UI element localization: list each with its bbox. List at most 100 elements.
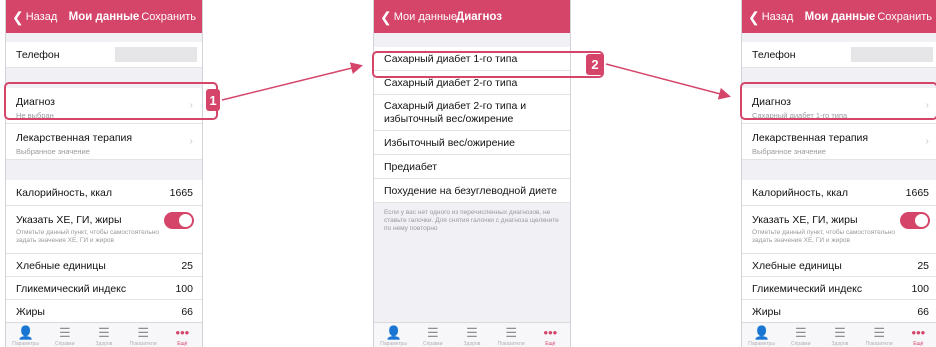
tab-indicators[interactable]: ☰ Показатели	[495, 326, 527, 347]
glycemic-label: Гликемический индекс	[16, 283, 127, 295]
chevron-right-icon: ›	[189, 100, 193, 111]
save-button[interactable]: Сохранить	[877, 0, 932, 33]
diagnosis-value: Сахарный диабет 1-го типа	[752, 111, 848, 120]
diagnosis-option[interactable]: Избыточный вес/ожирение	[374, 131, 570, 155]
back-button[interactable]: ❮ Назад	[748, 0, 793, 33]
glycemic-row[interactable]: Гликемический индекс 100	[6, 277, 202, 300]
calories-label: Калорийность, ккал	[16, 187, 112, 199]
tab-indicators[interactable]: ☰ Показатели	[127, 326, 159, 347]
therapy-row[interactable]: Лекарственная терапия Выбранное значение…	[742, 124, 936, 160]
chevron-right-icon: ›	[925, 136, 929, 147]
diagnosis-option[interactable]: Сахарный диабет 1-го типа	[374, 47, 570, 71]
tab-references[interactable]: ☰ Справки	[49, 326, 81, 347]
tab-bar: 👤 Параметры ☰ Справки ☰ Здоров ☰ Показатели …	[742, 322, 936, 347]
tab-references[interactable]: ☰ Справки	[785, 326, 817, 347]
bread-units-row[interactable]: Хлебные единицы 25	[742, 254, 936, 277]
tab-parameters[interactable]: 👤 Параметры	[10, 326, 42, 347]
diagnosis-option[interactable]: Похудение на безуглеводной диете	[374, 179, 570, 203]
bread-units-label: Хлебные единицы	[752, 260, 842, 272]
glycemic-value: 100	[911, 283, 929, 295]
list-icon: ☰	[794, 325, 807, 340]
xe-toggle-help: Отметьте данный пункт, чтобы самостоятел…	[752, 229, 895, 244]
diagnosis-label: Диагноз	[752, 96, 791, 108]
back-button[interactable]: ❮ Назад	[12, 0, 57, 33]
tab-references[interactable]: ☰ Справки	[417, 326, 449, 347]
tab-bar: 👤 Параметры ☰ Справки ☰ Здоров ☰ Показатели …	[6, 322, 202, 347]
therapy-label: Лекарственная терапия	[752, 132, 869, 144]
xe-toggle-help: Отметьте данный пункт, чтобы самостоятел…	[16, 229, 159, 244]
chevron-right-icon: ›	[189, 136, 193, 147]
xe-toggle-row: Указать ХЕ, ГИ, жиры Отметьте данный пун…	[6, 206, 202, 254]
list-icon: ☰	[834, 325, 846, 340]
person-icon: 👤	[385, 325, 402, 340]
back-label: Назад	[25, 10, 58, 23]
diagnosis-value: Не выбран	[16, 111, 54, 120]
xe-toggle-switch[interactable]	[164, 212, 194, 229]
nav-bar: ❮ Назад Мои данные Сохранить	[742, 0, 936, 33]
therapy-value: Выбранное значение	[16, 147, 90, 156]
more-dots-icon: •••	[911, 325, 926, 340]
xe-toggle-row: Указать ХЕ, ГИ, жиры Отметьте данный пун…	[742, 206, 936, 254]
phone-input[interactable]	[115, 47, 197, 62]
diagnosis-option[interactable]: Предиабет	[374, 155, 570, 179]
chevron-left-icon: ❮	[12, 8, 24, 25]
bread-units-row[interactable]: Хлебные единицы 25	[6, 254, 202, 277]
chevron-left-icon: ❮	[748, 8, 760, 25]
tab-health[interactable]: ☰ Здоров	[824, 326, 856, 347]
fats-value: 66	[181, 306, 193, 318]
chevron-left-icon: ❮	[380, 8, 392, 25]
tab-indicators[interactable]: ☰ Показатели	[863, 326, 895, 347]
back-button[interactable]: ❮ Мои данные	[380, 0, 457, 33]
person-icon: 👤	[753, 325, 770, 340]
calories-row[interactable]: Калорийность, ккал 1665	[6, 180, 202, 206]
tab-health[interactable]: ☰ Здоров	[88, 326, 120, 347]
tab-parameters[interactable]: 👤 Параметры	[378, 326, 410, 347]
person-icon: 👤	[17, 325, 34, 340]
diagnosis-option[interactable]: Сахарный диабет 2-го типа	[374, 71, 570, 95]
diagnosis-row[interactable]: Диагноз Не выбран ›	[6, 88, 202, 124]
arrow-to-screen-2	[221, 62, 363, 101]
calories-row[interactable]: Калорийность, ккал 1665	[742, 180, 936, 206]
tab-more[interactable]: ••• Ещё	[902, 326, 934, 347]
therapy-row[interactable]: Лекарственная терапия Выбранное значение…	[6, 124, 202, 160]
nav-bar: ❮ Назад Мои данные Сохранить	[6, 0, 202, 33]
tab-more[interactable]: ••• Ещё	[534, 326, 566, 347]
glycemic-row[interactable]: Гликемический индекс 100	[742, 277, 936, 300]
arrow-to-screen-3	[605, 63, 731, 100]
screen-my-data-after: ❮ Назад Мои данные Сохранить Телефон Диа…	[741, 0, 936, 347]
phone-input[interactable]	[851, 47, 933, 62]
save-button[interactable]: Сохранить	[141, 0, 196, 33]
list-icon: ☰	[137, 325, 149, 340]
diagnosis-option[interactable]: Сахарный диабет 2-го типа и избыточный в…	[374, 95, 570, 131]
fats-label: Жиры	[752, 306, 781, 318]
fats-row[interactable]: Жиры 66	[742, 300, 936, 323]
tab-health[interactable]: ☰ Здоров	[456, 326, 488, 347]
fats-value: 66	[917, 306, 929, 318]
glycemic-value: 100	[175, 283, 193, 295]
tab-parameters[interactable]: 👤 Параметры	[746, 326, 778, 347]
glycemic-label: Гликемический индекс	[752, 283, 863, 295]
calories-value: 1665	[905, 187, 929, 199]
diagnosis-label: Диагноз	[16, 96, 55, 108]
list-icon: ☰	[58, 325, 71, 340]
tab-more[interactable]: ••• Ещё	[166, 326, 198, 347]
diagnosis-note: Если у вас нет одного из перечисленных д…	[384, 209, 559, 232]
list-icon: ☰	[466, 325, 478, 340]
bread-units-value: 25	[181, 260, 193, 272]
diagnosis-row[interactable]: Диагноз Сахарный диабет 1-го типа ›	[742, 88, 936, 124]
back-label: Назад	[761, 10, 794, 23]
bread-units-label: Хлебные единицы	[16, 260, 106, 272]
more-dots-icon: •••	[543, 325, 558, 340]
calories-value: 1665	[169, 187, 193, 199]
list-icon: ☰	[98, 325, 110, 340]
therapy-value: Выбранное значение	[752, 147, 826, 156]
callout-badge-2: 2	[586, 54, 604, 75]
bread-units-value: 25	[917, 260, 929, 272]
list-icon: ☰	[426, 325, 439, 340]
fats-row[interactable]: Жиры 66	[6, 300, 202, 323]
phone-row: Телефон	[742, 42, 936, 68]
chevron-right-icon: ›	[925, 100, 929, 111]
calories-label: Калорийность, ккал	[752, 187, 848, 199]
xe-toggle-switch[interactable]	[900, 212, 930, 229]
list-icon: ☰	[505, 325, 517, 340]
